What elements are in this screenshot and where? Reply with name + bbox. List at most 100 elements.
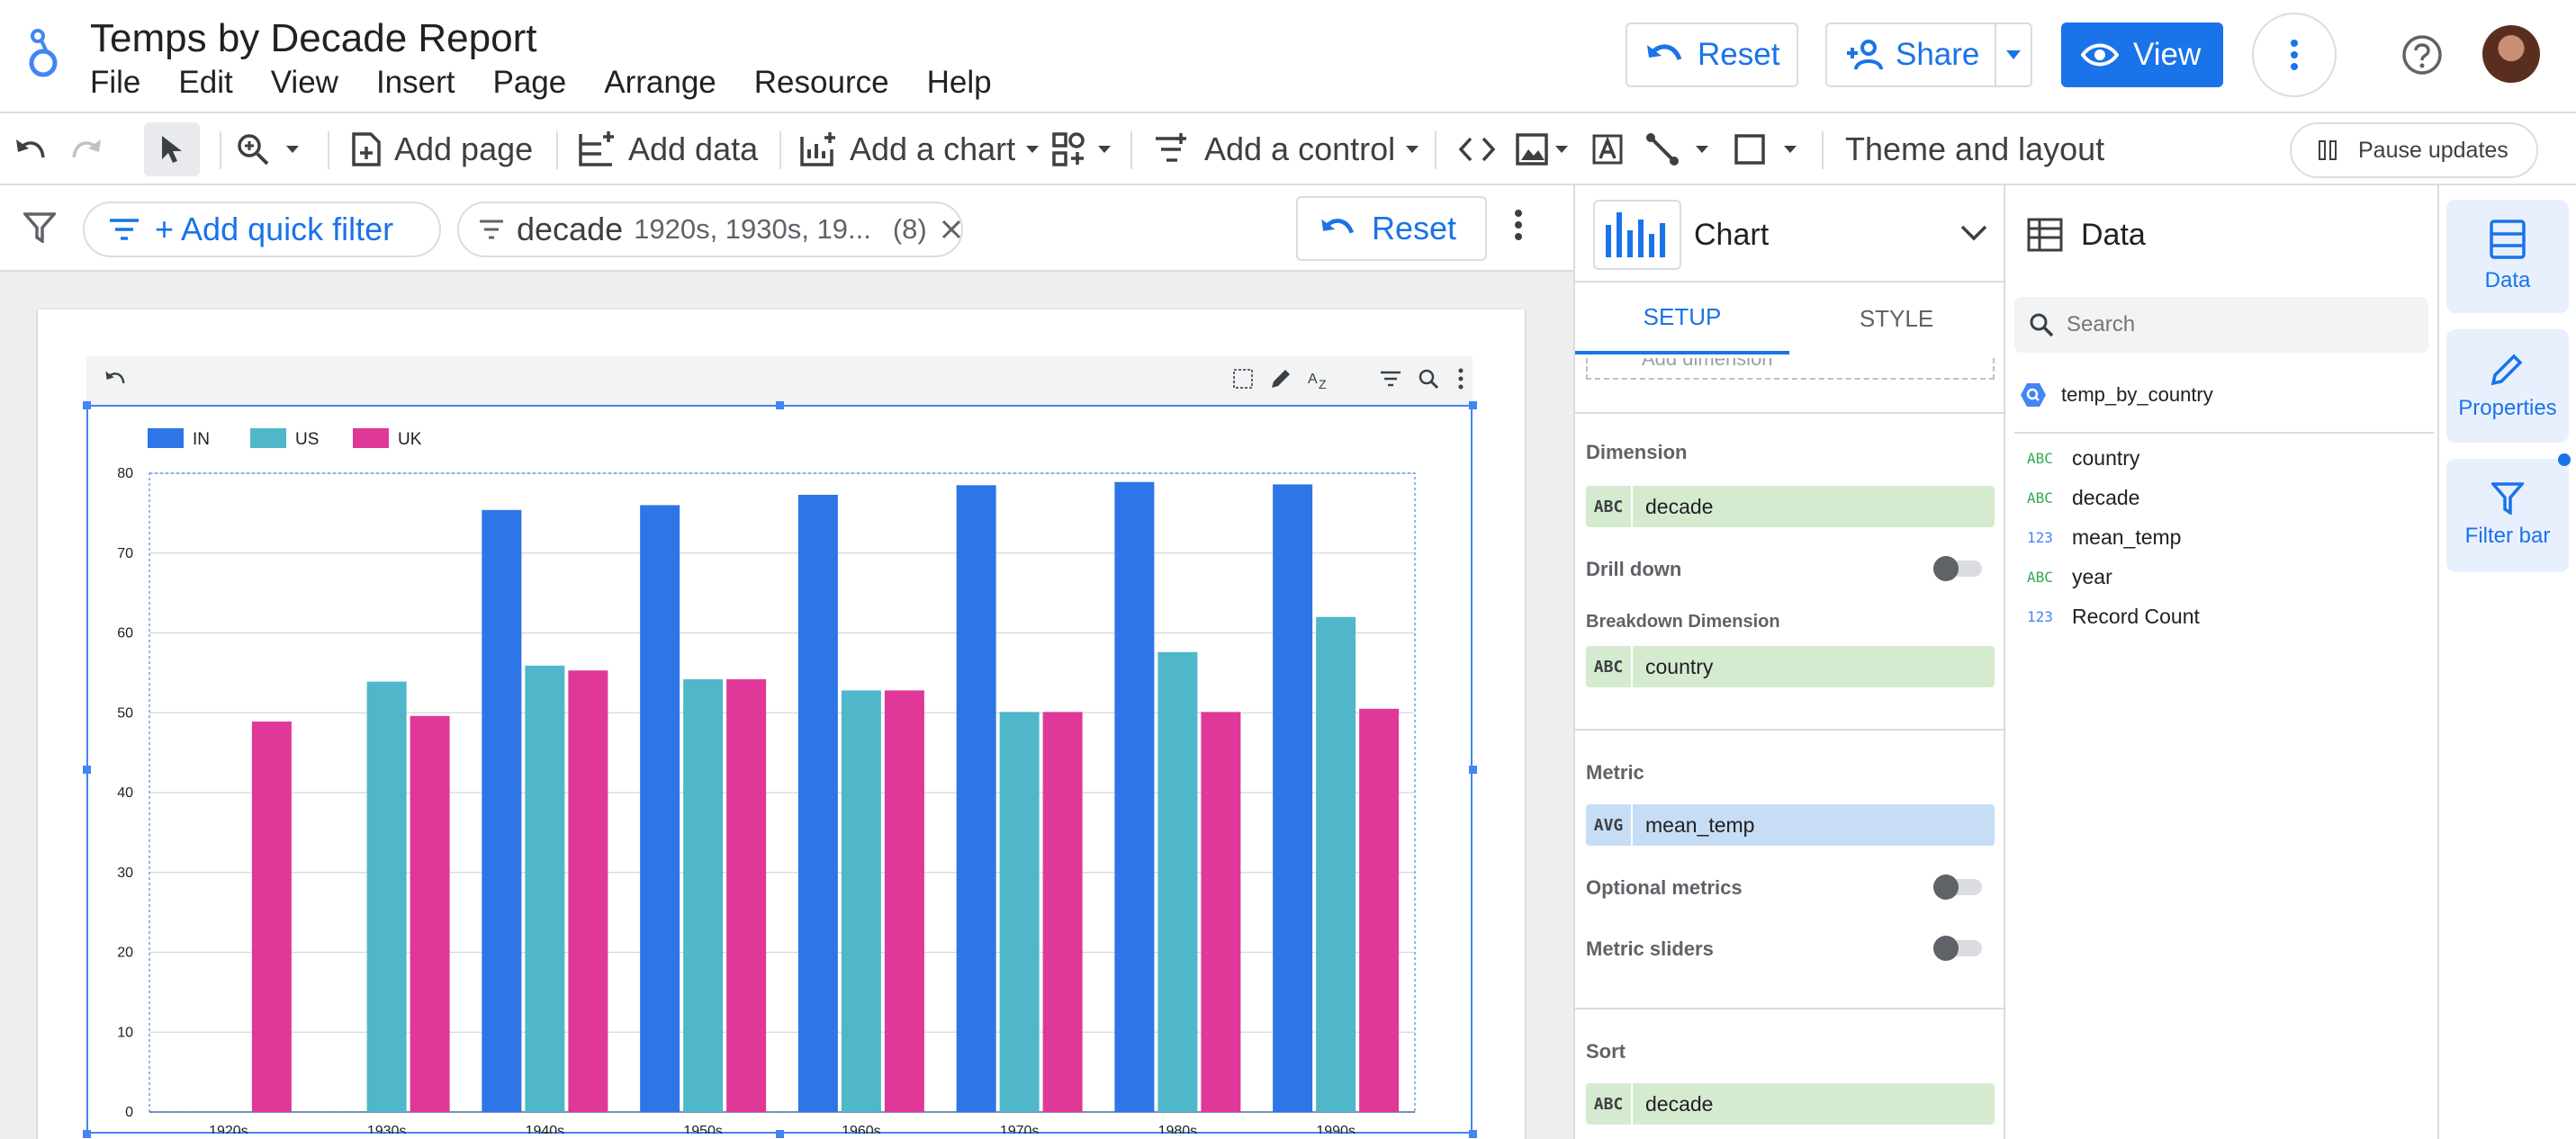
menu-resource[interactable]: Resource	[754, 65, 889, 101]
panel-header: Chart	[1575, 185, 2004, 283]
add-data-button[interactable]: Add data	[578, 113, 758, 185]
filter-reset-button[interactable]: Reset	[1296, 196, 1487, 261]
field-item-country[interactable]: ABC country	[2027, 446, 2139, 471]
share-button[interactable]: Share	[1825, 22, 2032, 87]
menu-insert[interactable]: Insert	[376, 65, 455, 101]
field-name: mean_temp	[1645, 812, 1755, 837]
y-tick-label: 0	[125, 1105, 133, 1120]
undo-button[interactable]	[14, 113, 47, 185]
field-name: year	[2072, 565, 2112, 588]
add-dimension-placeholder[interactable]: Add dimension	[1586, 358, 1995, 380]
rail-properties-button[interactable]: Properties	[2446, 329, 2569, 443]
drill-down-toggle[interactable]	[1933, 556, 1984, 581]
menu-help[interactable]: Help	[927, 65, 992, 101]
metric-field-chip[interactable]: AVG mean_temp	[1586, 804, 1995, 846]
menu-arrange[interactable]: Arrange	[604, 65, 716, 101]
add-chart-button[interactable]: Add a chart	[799, 113, 1040, 185]
chart-type-picker[interactable]	[1593, 200, 1681, 270]
looker-studio-logo-icon[interactable]	[22, 27, 72, 81]
decade-filter-chip[interactable]: decade 1920s, 1930s, 19... (8)	[457, 202, 963, 257]
legend-label-uk: UK	[398, 430, 422, 449]
field-type-badge: ABC	[1586, 1083, 1633, 1125]
add-control-button[interactable]: Add a control	[1154, 113, 1419, 185]
add-component-button[interactable]	[1051, 113, 1111, 185]
view-button[interactable]: View	[2061, 22, 2223, 87]
optional-metrics-label: Optional metrics	[1586, 876, 1743, 899]
toolbar-divider	[556, 131, 558, 169]
more-vert-icon[interactable]	[1514, 209, 1523, 241]
filter-icon[interactable]	[23, 212, 56, 243]
add-person-icon	[1847, 40, 1883, 70]
rail-data-button[interactable]: Data	[2446, 200, 2569, 313]
help-icon[interactable]	[2401, 34, 2443, 76]
field-item-year[interactable]: ABC year	[2027, 565, 2112, 589]
text-box-button[interactable]	[1591, 113, 1624, 185]
filter-values: 1920s, 1930s, 19...	[634, 213, 871, 245]
field-name: decade	[2072, 486, 2140, 509]
tab-setup[interactable]: SETUP	[1575, 283, 1789, 354]
close-icon[interactable]	[941, 220, 961, 239]
field-name: country	[2072, 446, 2140, 470]
tab-style[interactable]: STYLE	[1789, 283, 2004, 354]
bar-uk-1980s	[1201, 712, 1241, 1112]
field-item-decade[interactable]: ABC decade	[2027, 486, 2139, 510]
report-page[interactable]: AZ 0 10 20 30 40 50 60 70 80 1920s 1930s 1940s 1950s…	[38, 309, 1525, 1139]
cursor-arrow-icon	[162, 136, 182, 163]
menu-page[interactable]: Page	[493, 65, 567, 101]
search-input[interactable]	[2067, 312, 2409, 337]
menu-edit[interactable]: Edit	[178, 65, 232, 101]
chevron-down-icon[interactable]	[1960, 225, 1987, 241]
menu-file[interactable]: File	[90, 65, 140, 101]
rail-filter-bar-button[interactable]: Filter bar	[2446, 453, 2571, 572]
field-type-badge: ABC	[2027, 489, 2053, 507]
undo-icon	[16, 139, 45, 158]
zoom-button[interactable]	[236, 113, 299, 185]
field-name: mean_temp	[2072, 525, 2182, 549]
legend-label-in: IN	[193, 430, 210, 449]
data-source-item[interactable]: temp_by_country	[2020, 381, 2213, 408]
redo-button[interactable]	[70, 113, 103, 185]
field-search[interactable]	[2014, 297, 2428, 353]
sort-field-chip[interactable]: ABC decade	[1586, 1083, 1995, 1125]
eye-icon	[2081, 43, 2119, 67]
share-label: Share	[1896, 37, 1980, 72]
line-button[interactable]	[1645, 113, 1708, 185]
menu-view[interactable]: View	[271, 65, 338, 101]
section-divider	[1575, 729, 2004, 731]
caret-down-icon	[1406, 146, 1419, 153]
pause-updates-button[interactable]: Pause updates	[2290, 122, 2538, 178]
image-button[interactable]	[1516, 113, 1568, 185]
more-options-button[interactable]	[2252, 13, 2337, 97]
add-page-button[interactable]: Add page	[351, 113, 533, 185]
field-item-mean-temp[interactable]: 123 mean_temp	[2027, 525, 2181, 550]
toolbar-divider	[1822, 131, 1824, 169]
embed-url-button[interactable]	[1458, 113, 1496, 185]
add-data-icon	[579, 131, 614, 166]
bar-uk-1970s	[1042, 712, 1083, 1112]
share-dropdown-button[interactable]	[1995, 24, 2031, 85]
field-item-record-count[interactable]: 123 Record Count	[2027, 605, 2200, 629]
breakdown-field-chip[interactable]: ABC country	[1586, 646, 1995, 687]
bar-chart-component[interactable]: AZ 0 10 20 30 40 50 60 70 80 1920s 1930s 1940s 1950s…	[83, 356, 1477, 1138]
shape-button[interactable]	[1734, 113, 1797, 185]
y-tick-label: 80	[117, 466, 133, 481]
metric-sliders-toggle[interactable]	[1933, 936, 1984, 961]
dimension-field-chip[interactable]: ABC decade	[1586, 486, 1995, 527]
reset-button[interactable]: Reset	[1626, 22, 1798, 87]
filter-list-icon	[480, 220, 503, 239]
bar-chart[interactable]: 0 10 20 30 40 50 60 70 80 1920s 1930s 1940s 1950s 196…	[86, 356, 1473, 1134]
theme-layout-button[interactable]: Theme and layout	[1845, 113, 2104, 185]
add-quick-filter-button[interactable]: + Add quick filter	[83, 202, 441, 257]
legend-swatch-us	[250, 428, 286, 448]
x-tick-label: 1930s	[367, 1124, 407, 1134]
optional-metrics-toggle[interactable]	[1933, 874, 1984, 900]
user-avatar[interactable]	[2482, 25, 2540, 83]
y-tick-label: 20	[117, 946, 133, 961]
select-tool-button[interactable]	[144, 122, 200, 176]
bar-us-1950s	[683, 678, 724, 1112]
bar-in-1970s	[956, 485, 996, 1112]
report-title[interactable]: Temps by Decade Report	[90, 16, 536, 61]
y-tick-label: 60	[117, 626, 133, 641]
right-rail: Data Properties Filter bar	[2437, 185, 2576, 1139]
data-source-name: temp_by_country	[2061, 383, 2213, 406]
